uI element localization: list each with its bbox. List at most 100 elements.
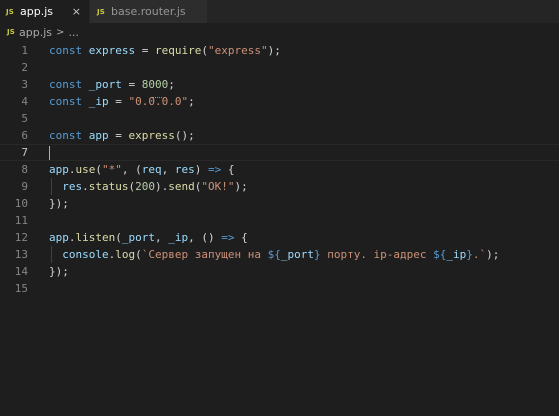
- code-token: .`: [472, 248, 487, 261]
- code-token: {: [234, 231, 248, 244]
- tab-app-js[interactable]: JS app.js ×: [0, 0, 90, 23]
- breadcrumb-file[interactable]: app.js: [19, 26, 52, 39]
- code-line[interactable]: 12 app.listen(_port, _ip, () => {: [0, 229, 559, 246]
- code-token: .: [82, 180, 89, 193]
- code-token: `Сервер запущен на: [141, 248, 268, 261]
- code-token: ;: [168, 78, 175, 91]
- code-token: ${: [267, 248, 281, 261]
- code-text: res.status(200).send("OK!");: [49, 178, 248, 195]
- code-token: =>: [221, 231, 235, 244]
- line-number: 9: [21, 180, 28, 193]
- breadcrumb-symbols[interactable]: ...: [68, 26, 79, 39]
- code-token: app: [49, 163, 69, 176]
- tab-label: base.router.js: [111, 5, 186, 18]
- code-token: {: [221, 163, 235, 176]
- code-token: const: [49, 78, 83, 91]
- code-token: res: [62, 180, 83, 193]
- close-icon[interactable]: ×: [72, 6, 81, 17]
- line-number: 3: [21, 78, 28, 91]
- code-line[interactable]: 13 console.log(`Сервер запущен на ${_por…: [0, 246, 559, 263]
- code-token: ).: [155, 180, 169, 193]
- code-token: );: [234, 180, 248, 193]
- code-text: const _port = 8000;: [49, 76, 175, 93]
- line-number: 15: [14, 282, 28, 295]
- line-number: 2: [21, 61, 28, 74]
- code-token: (: [201, 44, 208, 57]
- chevron-right-icon: >: [56, 26, 65, 38]
- code-line[interactable]: 1 const express = require("express");: [0, 42, 559, 59]
- code-token: ${: [433, 248, 447, 261]
- code-line[interactable]: 4 const _ip = "0.0.0.0";: [0, 93, 559, 110]
- code-line[interactable]: 3 const _port = 8000;: [0, 76, 559, 93]
- code-token: ): [194, 163, 208, 176]
- code-line[interactable]: 7: [0, 144, 559, 161]
- code-token: ,: [161, 163, 175, 176]
- code-line[interactable]: 5: [0, 110, 559, 127]
- code-line[interactable]: 6 const app = express();: [0, 127, 559, 144]
- code-token: =>: [208, 163, 222, 176]
- code-token: .: [68, 163, 76, 176]
- code-text: });: [49, 263, 69, 280]
- code-token: _ip: [88, 95, 109, 108]
- text-cursor: [49, 146, 50, 160]
- code-token: порту. ip-адрес: [320, 248, 434, 261]
- code-line[interactable]: 8 app.use("*", (req, res) => {: [0, 161, 559, 178]
- code-text: });: [49, 195, 69, 212]
- tab-label: app.js: [20, 5, 54, 18]
- line-number: 10: [14, 197, 28, 210]
- code-line[interactable]: 10});: [0, 195, 559, 212]
- tab-base-router-js[interactable]: JS base.router.js: [90, 0, 208, 23]
- code-token: status: [88, 180, 129, 193]
- code-line[interactable]: 15: [0, 280, 559, 297]
- code-token: (: [95, 163, 102, 176]
- code-line[interactable]: 11: [0, 212, 559, 229]
- code-token: });: [49, 197, 69, 210]
- breadcrumb: JS app.js > ...: [0, 23, 559, 41]
- code-token: =: [108, 95, 129, 108]
- code-token: );: [486, 248, 500, 261]
- code-token: "OK!": [201, 180, 235, 193]
- code-token: express: [128, 129, 175, 142]
- code-token: log: [115, 248, 136, 261]
- code-token: req: [141, 163, 162, 176]
- line-number: 13: [14, 248, 28, 261]
- code-token: send: [168, 180, 195, 193]
- line-number: 8: [21, 163, 28, 176]
- code-text: app.use("*", (req, res) => {: [49, 161, 235, 178]
- code-token: });: [49, 265, 69, 278]
- code-token: }: [466, 248, 473, 261]
- code-token: "express": [207, 44, 268, 57]
- code-token: , (): [188, 231, 222, 244]
- code-token: express: [88, 44, 136, 57]
- code-token: res: [174, 163, 195, 176]
- code-token: app: [88, 129, 109, 142]
- line-number: 7: [21, 146, 28, 159]
- code-token: use: [75, 163, 96, 176]
- line-number: 12: [14, 231, 28, 244]
- code-token: "*": [102, 163, 122, 176]
- code-editor[interactable]: 1 const express = require("express"); 2 3 co…: [0, 41, 559, 416]
- code-line[interactable]: 9 res.status(200).send("OK!");: [0, 178, 559, 195]
- line-number: 1: [21, 44, 28, 57]
- code-token: _port: [280, 248, 314, 261]
- code-token: _ip: [168, 231, 189, 244]
- indent-guide: [51, 178, 52, 195]
- code-line[interactable]: 2: [0, 59, 559, 76]
- code-token: _port: [88, 78, 122, 91]
- code-token: _port: [121, 231, 155, 244]
- code-line[interactable]: 14});: [0, 263, 559, 280]
- code-token: (: [115, 231, 122, 244]
- code-text: console.log(`Сервер запущен на ${_port} …: [49, 246, 499, 263]
- code-token: app: [49, 231, 69, 244]
- javascript-file-icon: JS: [7, 28, 16, 36]
- javascript-file-icon: JS: [97, 7, 106, 16]
- code-token: _ip: [446, 248, 467, 261]
- code-token: , (: [121, 163, 142, 176]
- code-token: 200: [135, 180, 155, 193]
- code-token: console: [62, 248, 109, 261]
- code-token: }: [313, 248, 321, 261]
- code-text: const express = require("express");: [49, 42, 281, 59]
